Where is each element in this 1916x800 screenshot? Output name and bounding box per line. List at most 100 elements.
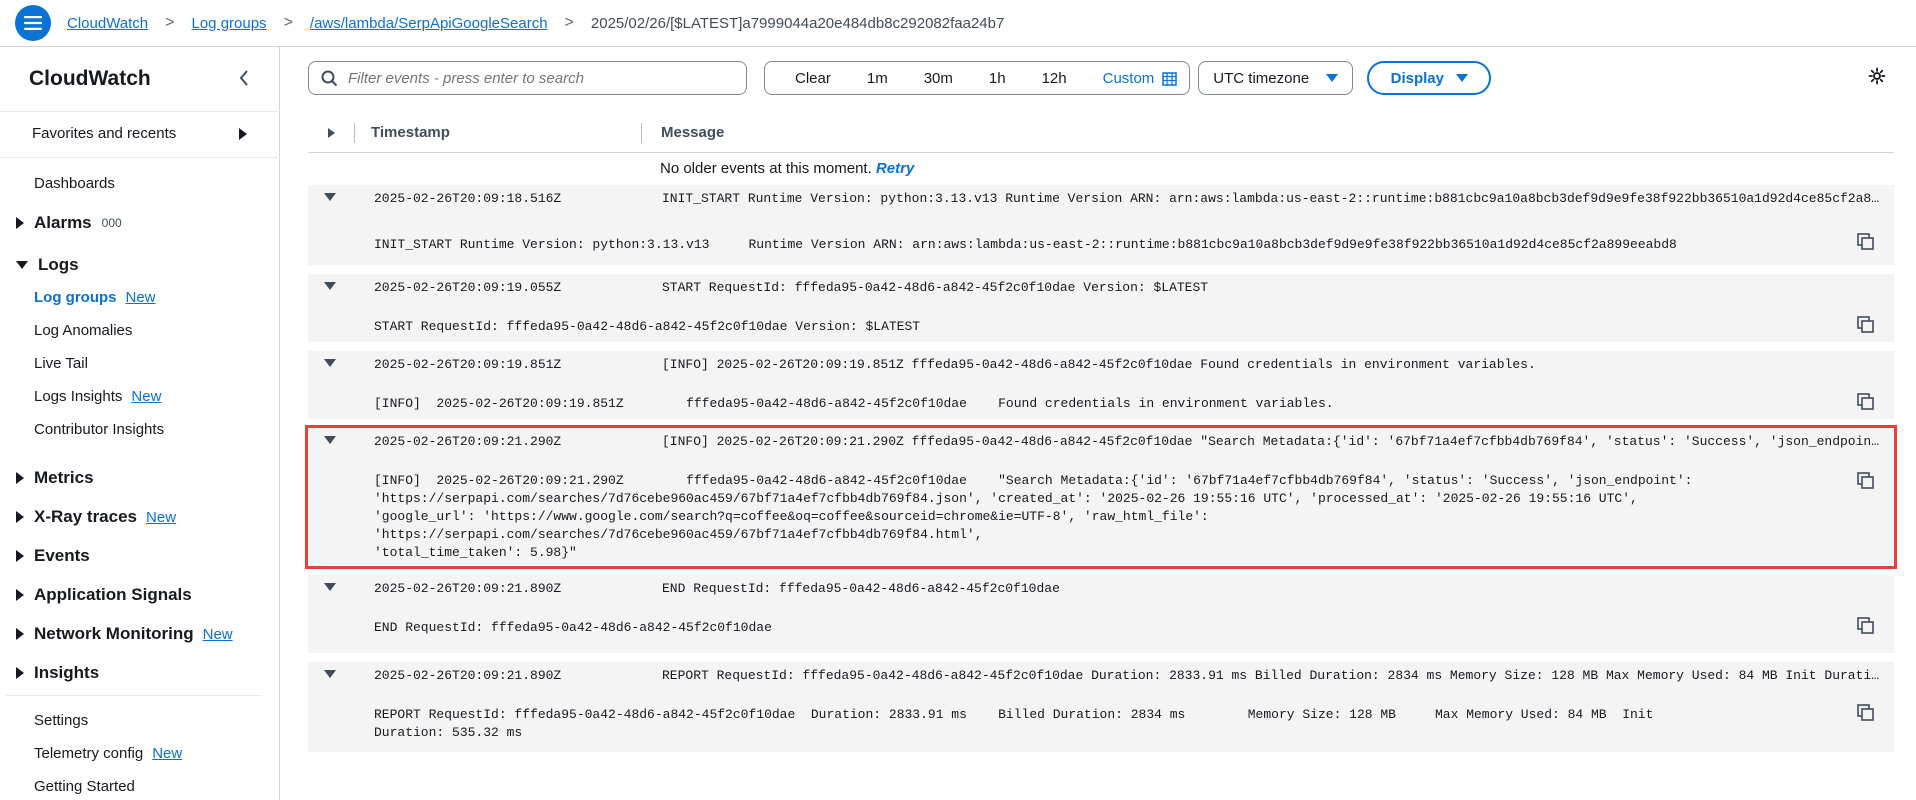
- preferences-button[interactable]: [1868, 67, 1886, 89]
- event-detail: REPORT RequestId: fffeda95-0a42-48d6-a84…: [374, 707, 1654, 740]
- caret-right-icon: [16, 472, 24, 484]
- log-event-row[interactable]: 2025-02-26T20:09:18.516Z INIT_START Runt…: [308, 185, 1894, 265]
- event-message: END RequestId: fffeda95-0a42-48d6-a842-4…: [662, 581, 1060, 596]
- sidebar-section-application-signals[interactable]: Application Signals: [16, 585, 192, 605]
- caret-down-icon: [16, 261, 28, 269]
- copy-icon[interactable]: [1857, 617, 1874, 634]
- copy-icon[interactable]: [1857, 316, 1874, 333]
- sidebar-item-logs-insights[interactable]: Logs Insights New: [34, 388, 161, 405]
- copy-icon[interactable]: [1857, 704, 1874, 721]
- timezone-select[interactable]: UTC timezone: [1198, 61, 1354, 95]
- copy-icon[interactable]: [1857, 233, 1874, 250]
- log-events-table-header: Timestamp Message: [308, 113, 1894, 153]
- sidebar-item-getting-started[interactable]: Getting Started: [34, 778, 135, 795]
- event-message: [INFO] 2025-02-26T20:09:21.290Z fffeda95…: [662, 434, 1884, 449]
- search-icon: [321, 70, 338, 86]
- collapse-sidebar-button[interactable]: [238, 69, 250, 93]
- filter-events-search[interactable]: [308, 61, 747, 95]
- caret-down-icon[interactable]: [324, 670, 336, 678]
- sidebar-item-dashboards[interactable]: Dashboards: [34, 175, 115, 192]
- event-message: [INFO] 2025-02-26T20:09:19.851Z fffeda95…: [662, 357, 1536, 372]
- breadcrumb-current-log-stream: 2025/02/26/[$LATEST]a7999044a20e484db8c2…: [590, 14, 1005, 32]
- sidebar-item-log-groups[interactable]: Log groups New: [34, 289, 156, 306]
- sidebar-item-favorites[interactable]: Favorites and recents: [32, 125, 247, 142]
- breadcrumb-separator: >: [165, 14, 175, 31]
- gear-icon: [1868, 67, 1886, 85]
- time-range-selector: Clear 1m 30m 1h 12h Custom: [764, 61, 1191, 95]
- event-timestamp: 2025-02-26T20:09:21.890Z: [374, 668, 562, 683]
- menu-button[interactable]: [15, 5, 51, 41]
- copy-icon[interactable]: [1857, 393, 1874, 410]
- sidebar-section-network-monitoring[interactable]: Network Monitoring New: [16, 624, 233, 644]
- alarm-status-badges: 0 0 0: [102, 216, 122, 230]
- caret-right-icon: [16, 667, 24, 679]
- column-header-message[interactable]: Message: [642, 124, 724, 141]
- sidebar-item-log-anomalies[interactable]: Log Anomalies: [34, 322, 132, 339]
- expand-all-toggle[interactable]: [308, 127, 354, 138]
- sidebar-item-settings[interactable]: Settings: [34, 712, 88, 729]
- time-range-custom[interactable]: Custom: [1085, 70, 1178, 87]
- sidebar-section-label: Insights: [34, 663, 100, 682]
- event-timestamp: 2025-02-26T20:09:19.055Z: [374, 280, 562, 295]
- log-event-row[interactable]: 2025-02-26T20:09:21.890Z REPORT RequestI…: [308, 662, 1894, 752]
- breadcrumb-cloudwatch[interactable]: CloudWatch: [67, 15, 148, 32]
- event-detail: [INFO] 2025-02-26T20:09:19.851Z fffeda95…: [374, 396, 1334, 411]
- caret-down-icon[interactable]: [324, 193, 336, 201]
- new-badge[interactable]: New: [146, 509, 176, 526]
- calendar-icon: [1162, 71, 1178, 86]
- event-detail: INIT_START Runtime Version: python:3.13.…: [374, 237, 1677, 252]
- new-badge[interactable]: New: [152, 745, 182, 762]
- time-range-custom-label: Custom: [1102, 69, 1155, 87]
- event-timestamp: 2025-02-26T20:09:21.290Z: [374, 434, 562, 449]
- breadcrumb-separator: >: [564, 14, 574, 31]
- time-range-30m[interactable]: 30m: [906, 70, 971, 87]
- caret-right-icon: [16, 217, 24, 229]
- event-detail: END RequestId: fffeda95-0a42-48d6-a842-4…: [374, 620, 772, 635]
- sidebar-section-insights[interactable]: Insights: [16, 663, 99, 683]
- caret-right-icon: [16, 589, 24, 601]
- log-event-row-highlighted[interactable]: 2025-02-26T20:09:21.290Z [INFO] 2025-02-…: [305, 425, 1897, 569]
- sidebar-section-label: Logs: [38, 255, 79, 274]
- sidebar-section-metrics[interactable]: Metrics: [16, 468, 94, 488]
- sidebar-item-contributor-insights[interactable]: Contributor Insights: [34, 421, 164, 438]
- sidebar-section-events[interactable]: Events: [16, 546, 90, 566]
- caret-down-icon: [1455, 74, 1468, 82]
- log-event-row[interactable]: 2025-02-26T20:09:19.851Z [INFO] 2025-02-…: [308, 351, 1894, 419]
- retry-link[interactable]: Retry: [876, 160, 914, 177]
- divider: [0, 111, 280, 112]
- time-range-1m[interactable]: 1m: [849, 70, 906, 87]
- sidebar-section-alarms[interactable]: Alarms 0 0 0: [16, 213, 122, 233]
- time-range-12h[interactable]: 12h: [1024, 70, 1085, 87]
- filter-events-input[interactable]: [348, 69, 728, 87]
- log-event-row[interactable]: 2025-02-26T20:09:21.890Z END RequestId: …: [308, 575, 1894, 653]
- event-message: INIT_START Runtime Version: python:3.13.…: [662, 191, 1884, 206]
- new-badge[interactable]: New: [131, 388, 161, 405]
- caret-right-icon: [16, 550, 24, 562]
- sidebar-item-telemetry-config[interactable]: Telemetry config New: [34, 745, 182, 762]
- breadcrumb-separator: >: [283, 14, 293, 31]
- new-badge[interactable]: New: [126, 289, 156, 306]
- display-button-label: Display: [1390, 69, 1444, 87]
- log-event-row[interactable]: 2025-02-26T20:09:19.055Z START RequestId…: [308, 274, 1894, 342]
- timezone-select-value: UTC timezone: [1213, 69, 1310, 87]
- time-range-1h[interactable]: 1h: [971, 70, 1024, 87]
- breadcrumb-log-groups[interactable]: Log groups: [192, 15, 267, 32]
- breadcrumb-log-group[interactable]: /aws/lambda/SerpApiGoogleSearch: [310, 15, 548, 32]
- sidebar-section-logs[interactable]: Logs: [16, 255, 79, 275]
- breadcrumb: CloudWatch > Log groups > /aws/lambda/Se…: [67, 14, 1004, 32]
- copy-icon[interactable]: [1857, 472, 1874, 489]
- divider: [0, 157, 280, 158]
- caret-down-icon[interactable]: [324, 583, 336, 591]
- display-dropdown-button[interactable]: Display: [1367, 61, 1492, 95]
- sidebar-item-label: Log groups: [34, 289, 117, 306]
- caret-down-icon[interactable]: [324, 359, 336, 367]
- caret-down-icon[interactable]: [324, 436, 336, 444]
- log-events-toolbar: Clear 1m 30m 1h 12h Custom UTC timezone …: [308, 61, 1492, 95]
- event-timestamp: 2025-02-26T20:09:19.851Z: [374, 357, 562, 372]
- time-range-clear[interactable]: Clear: [777, 70, 849, 87]
- new-badge[interactable]: New: [203, 626, 233, 643]
- sidebar-section-xray-traces[interactable]: X-Ray traces New: [16, 507, 176, 527]
- column-header-timestamp[interactable]: Timestamp: [355, 124, 641, 141]
- caret-down-icon[interactable]: [324, 282, 336, 290]
- sidebar-item-live-tail[interactable]: Live Tail: [34, 355, 88, 372]
